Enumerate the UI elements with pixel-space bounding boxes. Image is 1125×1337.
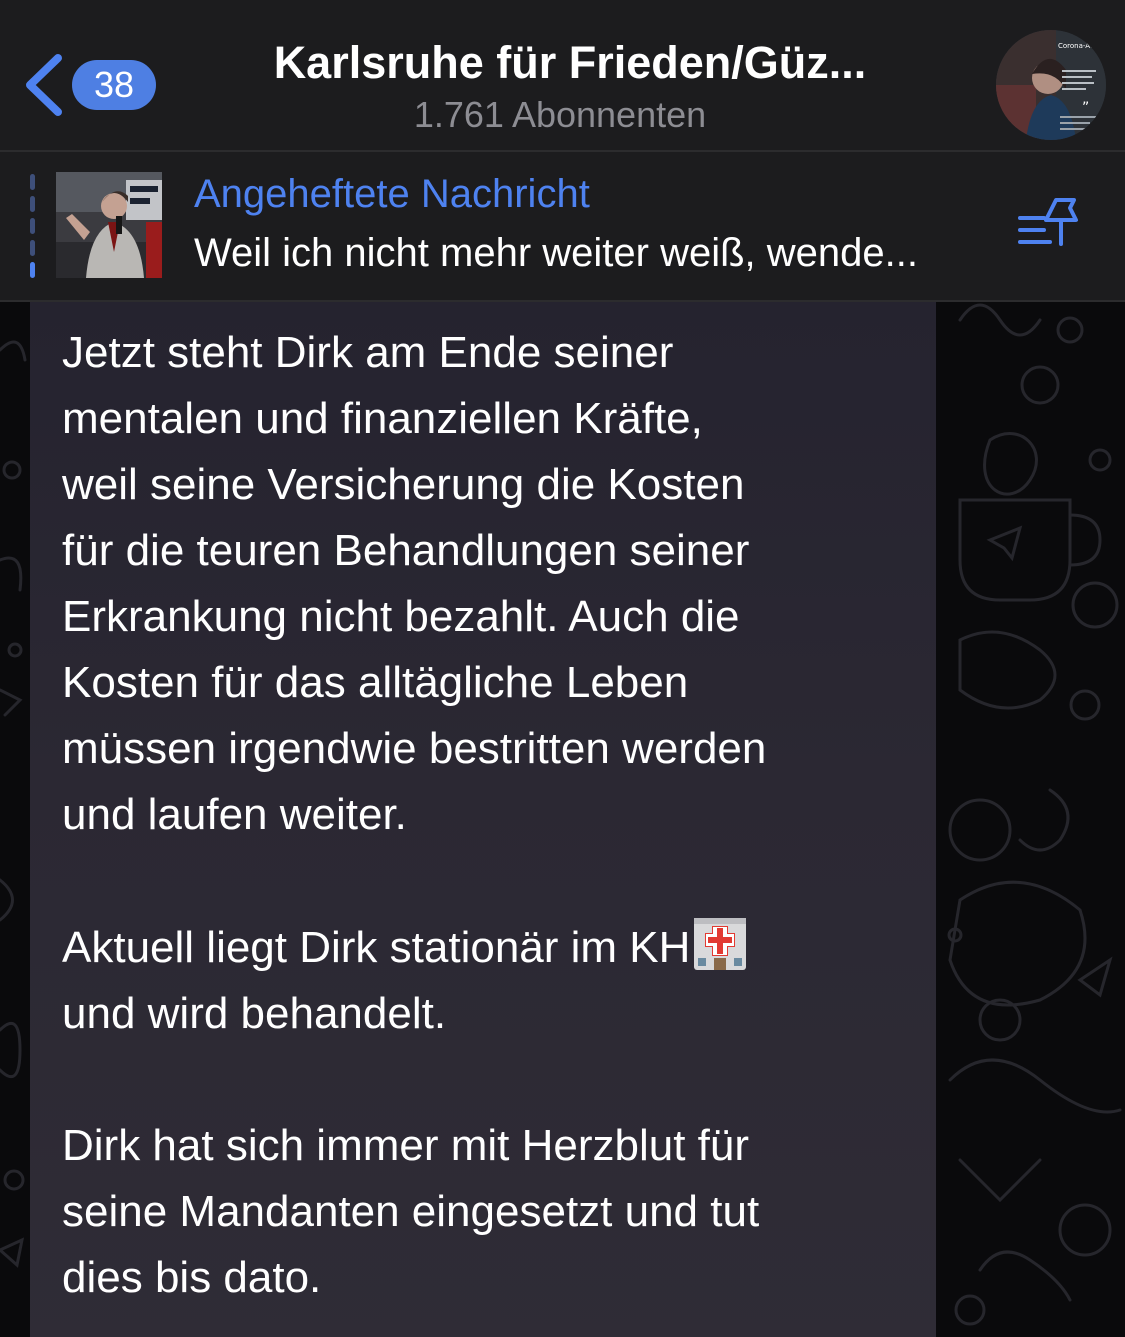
channel-avatar[interactable]: ” Corona-Aufarb (996, 30, 1106, 140)
message-span: Aktuell liegt Dirk stationär im KH (62, 923, 691, 972)
message-paragraph: Jetzt steht Dirk am Ende seiner mentalen… (62, 328, 767, 839)
message-paragraph: Aktuell liegt Dirk stationär im KH und w… (62, 914, 912, 1047)
pin-list-icon[interactable] (1012, 194, 1082, 254)
unread-count-badge[interactable]: 38 (72, 60, 156, 110)
avatar-image: ” Corona-Aufarb (996, 30, 1106, 140)
pinned-thumbnail (56, 172, 162, 278)
avatar-text: Corona-Aufarb (1058, 42, 1106, 50)
message-paragraph: Dirk hat sich immer mit Herzblut für sei… (62, 1121, 760, 1302)
message-text: Jetzt steht Dirk am Ende seiner mentalen… (62, 320, 912, 1311)
subscriber-count: 1.761 Abonnenten (413, 94, 707, 135)
message-bubble[interactable]: Jetzt steht Dirk am Ende seiner mentalen… (30, 302, 936, 1337)
pinned-label: Angeheftete Nachricht (194, 172, 590, 216)
channel-title[interactable]: Karlsruhe für Frieden/Güz... (220, 34, 920, 92)
chat-header: 38 Karlsruhe für Frieden/Güz... 1.761 Ab… (0, 0, 1125, 150)
pinned-message-bar[interactable]: Angeheftete Nachricht Weil ich nicht meh… (0, 152, 1125, 300)
message-span: und wird behandelt. (62, 989, 447, 1038)
pinned-preview: Weil ich nicht mehr weiter weiß, wende..… (194, 231, 918, 275)
hospital-emoji (694, 918, 747, 970)
svg-text:”: ” (1082, 100, 1089, 116)
chevron-left-icon[interactable] (18, 50, 68, 120)
chat-screen: 38 Karlsruhe für Frieden/Güz... 1.761 Ab… (0, 0, 1125, 1337)
pinned-indicator (30, 174, 36, 278)
